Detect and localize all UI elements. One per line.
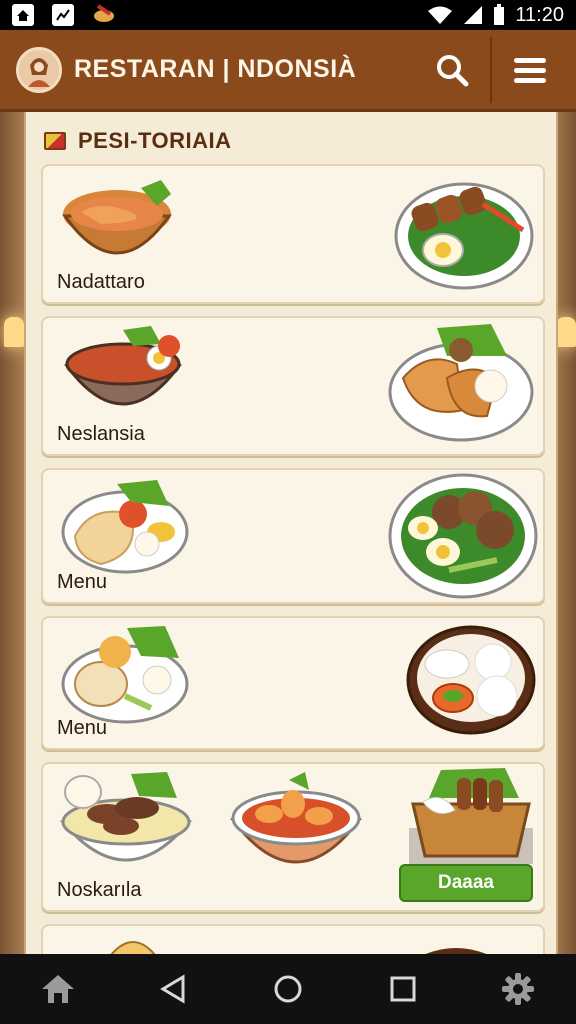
stocks-status-icon bbox=[52, 4, 74, 26]
circle-home-icon bbox=[274, 975, 302, 1003]
satay-plate-icon bbox=[394, 182, 534, 290]
lamp-right bbox=[556, 317, 576, 347]
food-app-icon bbox=[92, 2, 116, 29]
menu-card[interactable]: Nadattaro bbox=[41, 164, 545, 304]
home-status-icon bbox=[12, 4, 34, 26]
settings-icon bbox=[502, 973, 535, 1005]
bowl-icon bbox=[425, 948, 487, 954]
card-label: Menu bbox=[57, 717, 108, 739]
home-icon bbox=[41, 975, 74, 1003]
home-button[interactable] bbox=[260, 961, 316, 1017]
app-bar-divider bbox=[490, 36, 492, 103]
rendang-bowl-icon bbox=[59, 772, 193, 862]
nasi-liwet-bowl-icon bbox=[406, 625, 536, 735]
card-label: Neslansia bbox=[57, 423, 145, 445]
section-title: PESI-TORIAIA bbox=[78, 128, 232, 153]
card-label: Menu bbox=[57, 571, 108, 593]
status-bar: 11:20 bbox=[0, 0, 576, 30]
soup-bowl-icon bbox=[64, 326, 182, 406]
wifi-icon bbox=[428, 6, 453, 24]
section-header: PESI-TORIAIA bbox=[26, 112, 556, 162]
fried-chicken-plate-icon bbox=[388, 324, 534, 442]
back-button[interactable] bbox=[145, 961, 201, 1017]
satay-basket-icon bbox=[409, 768, 533, 864]
dumpling-icon bbox=[110, 941, 156, 954]
bakmi-plate-icon bbox=[61, 626, 189, 724]
menu-card[interactable]: Menu bbox=[41, 616, 545, 750]
navigation-bar bbox=[0, 954, 576, 1024]
back-icon bbox=[159, 974, 185, 1004]
recents-icon bbox=[390, 976, 416, 1002]
gado-gado-plate-icon bbox=[388, 473, 538, 599]
menu-button[interactable] bbox=[500, 40, 560, 100]
menu-card[interactable]: Noskarıla Daaaa bbox=[41, 762, 545, 912]
clock: 11:20 bbox=[515, 3, 564, 26]
recents-button[interactable] bbox=[375, 961, 431, 1017]
order-button[interactable]: Daaaa bbox=[399, 864, 533, 902]
menu-card[interactable]: Menu bbox=[41, 468, 545, 604]
signal-icon bbox=[464, 6, 483, 24]
flag-icon bbox=[44, 132, 66, 150]
menu-panel: PESI-TORIAIA Nadattaro Neslansia Menu Me… bbox=[24, 112, 558, 954]
card-label: Nadattaro bbox=[57, 271, 145, 293]
noodle-bowl-icon bbox=[62, 180, 172, 255]
home-nav-button[interactable] bbox=[30, 961, 86, 1017]
menu-card[interactable] bbox=[41, 924, 545, 954]
menu-card[interactable]: Neslansia bbox=[41, 316, 545, 456]
avatar[interactable] bbox=[16, 46, 62, 93]
menu-icon bbox=[514, 57, 546, 83]
app-title: RESTARAN | NDONSIÀ bbox=[74, 55, 357, 83]
search-icon bbox=[437, 54, 469, 86]
curry-bowl-icon bbox=[229, 772, 363, 864]
rice-plate-icon bbox=[61, 480, 189, 574]
search-button[interactable] bbox=[422, 40, 482, 100]
card-label: Noskarıla bbox=[57, 879, 142, 901]
battery-icon bbox=[494, 4, 505, 25]
app-bar: RESTARAN | NDONSIÀ bbox=[0, 30, 576, 112]
settings-button[interactable] bbox=[490, 961, 546, 1017]
lamp-left bbox=[4, 317, 24, 347]
